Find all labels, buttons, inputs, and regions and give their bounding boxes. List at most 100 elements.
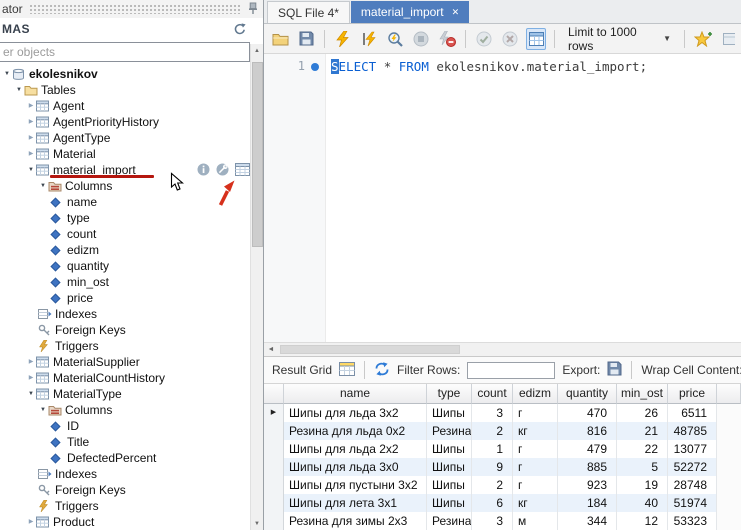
- column-header-name[interactable]: name: [284, 384, 427, 404]
- sql-code-line[interactable]: SELECT * FROM ekolesnikov.material_impor…: [326, 54, 647, 74]
- tree-item-columns[interactable]: ▼Columns: [0, 178, 250, 194]
- table-row[interactable]: Шипы для пустыни 3x2Шипы2г9231928748: [264, 476, 741, 494]
- grid-cell[interactable]: кг: [513, 494, 558, 512]
- tree-item-indexes[interactable]: Indexes: [0, 466, 250, 482]
- tree-item-foreign-keys[interactable]: Foreign Keys: [0, 322, 250, 338]
- column-header-count[interactable]: count: [472, 384, 513, 404]
- stop-on-error-toggle-icon[interactable]: [437, 28, 457, 50]
- tree-item-foreign-keys[interactable]: Foreign Keys: [0, 482, 250, 498]
- grid-cell[interactable]: г: [513, 404, 558, 422]
- execute-current-statement-icon[interactable]: [359, 28, 379, 50]
- collapse-arrow-icon[interactable]: ▼: [14, 82, 24, 98]
- info-icon[interactable]: [197, 163, 210, 179]
- expand-arrow-icon[interactable]: ▶: [26, 98, 36, 114]
- scroll-down-icon[interactable]: ▼: [251, 517, 263, 530]
- grid-cell[interactable]: 9: [472, 458, 513, 476]
- grid-cell[interactable]: 6: [472, 494, 513, 512]
- grid-cell[interactable]: 5: [617, 458, 668, 476]
- grid-cell[interactable]: 344: [558, 512, 617, 530]
- sql-editor[interactable]: 1 SELECT * FROM ekolesnikov.material_imp…: [264, 54, 741, 342]
- tree-item-agenttype[interactable]: ▶AgentType: [0, 130, 250, 146]
- table-row[interactable]: Резина для зимы 2x3Резина3м3441253323: [264, 512, 741, 530]
- row-selector[interactable]: ▶: [264, 404, 284, 422]
- row-selector-header[interactable]: [264, 384, 284, 404]
- grid-cell[interactable]: Шипы: [427, 476, 472, 494]
- grid-cell[interactable]: 3: [472, 512, 513, 530]
- grid-cell[interactable]: 28748: [668, 476, 717, 494]
- table-row[interactable]: Резина для льда 0x2Резина2кг8162148785: [264, 422, 741, 440]
- expand-arrow-icon[interactable]: ▶: [26, 370, 36, 386]
- export-icon[interactable]: [607, 361, 622, 379]
- row-selector[interactable]: [264, 494, 284, 512]
- pin-icon[interactable]: [248, 2, 258, 17]
- scrollbar-thumb[interactable]: [280, 345, 460, 354]
- rollback-icon[interactable]: [500, 28, 520, 50]
- grid-cell[interactable]: 3: [472, 404, 513, 422]
- grid-cell[interactable]: 13077: [668, 440, 717, 458]
- grid-cell[interactable]: 48785: [668, 422, 717, 440]
- tree-item-agent[interactable]: ▶Agent: [0, 98, 250, 114]
- tree-item-quantity[interactable]: quantity: [0, 258, 250, 274]
- grid-cell[interactable]: Шипы для льда 2x2: [284, 440, 427, 458]
- grid-cell[interactable]: 40: [617, 494, 668, 512]
- stop-query-icon[interactable]: [411, 28, 431, 50]
- expand-arrow-icon[interactable]: ▶: [26, 146, 36, 162]
- tree-item-edizm[interactable]: edizm: [0, 242, 250, 258]
- scroll-left-icon[interactable]: ◄: [264, 346, 278, 353]
- grid-cell[interactable]: 53323: [668, 512, 717, 530]
- grid-cell[interactable]: Шипы: [427, 404, 472, 422]
- grid-cell[interactable]: Шипы для лета 3x1: [284, 494, 427, 512]
- grid-cell[interactable]: 51974: [668, 494, 717, 512]
- tree-item-material[interactable]: ▶Material: [0, 146, 250, 162]
- tree-item-title[interactable]: Title: [0, 434, 250, 450]
- tree-item-id[interactable]: ID: [0, 418, 250, 434]
- collapse-arrow-icon[interactable]: ▼: [26, 162, 36, 178]
- tab-material-import[interactable]: material_import ✕: [351, 1, 469, 23]
- grid-cell[interactable]: кг: [513, 422, 558, 440]
- tree-item-agentpriorityhistory[interactable]: ▶AgentPriorityHistory: [0, 114, 250, 130]
- grid-cell[interactable]: Шипы для пустыни 3x2: [284, 476, 427, 494]
- close-tab-icon[interactable]: ✕: [452, 7, 460, 17]
- explain-query-icon[interactable]: [385, 28, 405, 50]
- execute-query-icon[interactable]: [333, 28, 353, 50]
- expand-arrow-icon[interactable]: ▶: [26, 354, 36, 370]
- row-selector[interactable]: [264, 512, 284, 530]
- collapse-arrow-icon[interactable]: ▼: [26, 386, 36, 402]
- tree-item-product[interactable]: ▶Product: [0, 514, 250, 530]
- filter-objects-input[interactable]: [0, 42, 250, 62]
- tree-item-materialtype[interactable]: ▼MaterialType: [0, 386, 250, 402]
- tree-item-material-import[interactable]: ▼material_import: [0, 162, 250, 178]
- grid-cell[interactable]: 6511: [668, 404, 717, 422]
- commit-icon[interactable]: [474, 28, 494, 50]
- grid-cell[interactable]: 12: [617, 512, 668, 530]
- tree-item-materialsupplier[interactable]: ▶MaterialSupplier: [0, 354, 250, 370]
- collapse-arrow-icon[interactable]: ▼: [38, 402, 48, 418]
- scrollbar-thumb[interactable]: [252, 62, 263, 247]
- grid-cell[interactable]: 184: [558, 494, 617, 512]
- save-icon[interactable]: [296, 28, 316, 50]
- grid-cell[interactable]: 2: [472, 476, 513, 494]
- autocommit-toggle-icon[interactable]: [526, 28, 546, 50]
- grid-cell[interactable]: Шипы: [427, 458, 472, 476]
- row-selector[interactable]: [264, 476, 284, 494]
- table-row[interactable]: Шипы для льда 2x2Шипы1г4792213077: [264, 440, 741, 458]
- grid-cell[interactable]: Шипы: [427, 440, 472, 458]
- grid-cell[interactable]: 470: [558, 404, 617, 422]
- tree-item-price[interactable]: price: [0, 290, 250, 306]
- grid-cell[interactable]: Резина для льда 0x2: [284, 422, 427, 440]
- grid-cell[interactable]: 923: [558, 476, 617, 494]
- tree-item-defectedpercent[interactable]: DefectedPercent: [0, 450, 250, 466]
- row-selector[interactable]: [264, 422, 284, 440]
- tree-item-count[interactable]: count: [0, 226, 250, 242]
- tree-item-triggers[interactable]: Triggers: [0, 338, 250, 354]
- editor-horizontal-scrollbar[interactable]: ◄: [264, 342, 741, 357]
- navigator-scrollbar[interactable]: ▲ ▼: [250, 44, 263, 530]
- tree-item-ekolesnikov[interactable]: ▼ekolesnikov: [0, 66, 250, 82]
- tree-item-indexes[interactable]: Indexes: [0, 306, 250, 322]
- grid-cell[interactable]: г: [513, 476, 558, 494]
- table-row[interactable]: Шипы для лета 3x1Шипы6кг1844051974: [264, 494, 741, 512]
- column-header-quantity[interactable]: quantity: [558, 384, 617, 404]
- column-header-type[interactable]: type: [427, 384, 472, 404]
- column-header-price[interactable]: price: [668, 384, 717, 404]
- grid-cell[interactable]: Резина для зимы 2x3: [284, 512, 427, 530]
